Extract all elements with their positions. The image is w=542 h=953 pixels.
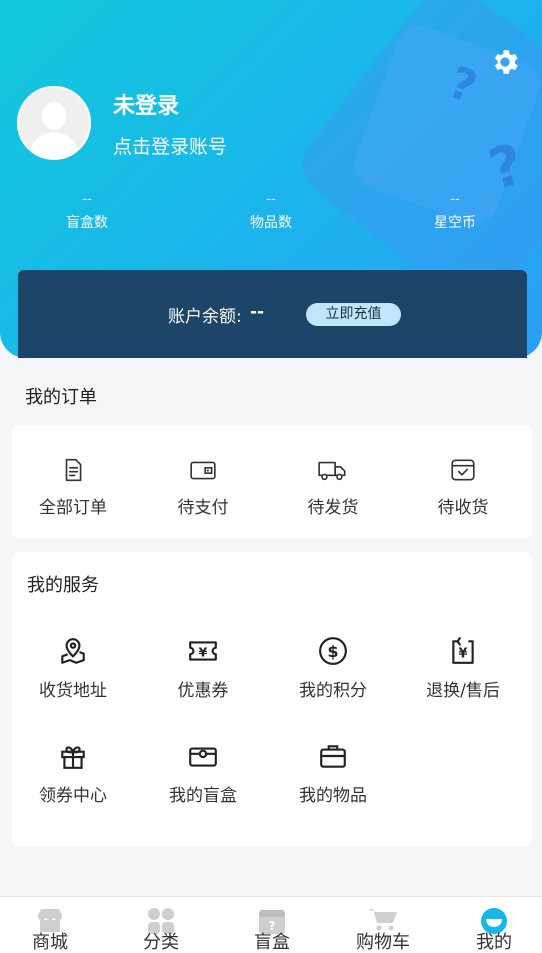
tab-store[interactable]: 商城 xyxy=(0,897,104,953)
gift-icon xyxy=(61,746,85,769)
map-pin-icon xyxy=(61,638,85,664)
order-item-label: 待收货 xyxy=(437,498,489,518)
order-pending-payment-button[interactable]: 待支付 xyxy=(138,457,268,518)
tab-category[interactable]: 分类 xyxy=(107,897,215,953)
stat-label: 星空币 xyxy=(434,215,476,231)
service-my-blind-box-button[interactable]: 我的盲盒 xyxy=(138,741,268,806)
wallet-icon xyxy=(190,461,216,480)
blind-box-icon xyxy=(189,747,217,767)
balance-value: -- xyxy=(250,302,265,322)
service-item-label: 收货地址 xyxy=(39,681,107,701)
box-check-icon xyxy=(451,459,475,481)
settings-gear-icon[interactable] xyxy=(489,46,521,78)
stat-value: -- xyxy=(82,192,92,207)
order-all-button[interactable]: 全部订单 xyxy=(8,457,138,518)
stat-value: -- xyxy=(450,192,460,207)
stat-value: -- xyxy=(266,192,276,207)
order-item-label: 全部订单 xyxy=(39,498,107,518)
order-item-label: 待发货 xyxy=(307,498,359,518)
tab-label: 我的 xyxy=(476,932,512,953)
tab-label: 盲盒 xyxy=(254,932,290,953)
orders-card: 全部订单 待支付 待发货 待收货 xyxy=(12,425,532,538)
order-item-label: 待支付 xyxy=(177,498,229,518)
service-address-button[interactable]: 收货地址 xyxy=(8,636,138,701)
service-item-label: 退换/售后 xyxy=(426,681,500,701)
stat-label: 物品数 xyxy=(250,215,292,231)
service-item-label: 领券中心 xyxy=(39,786,107,806)
tab-label: 分类 xyxy=(143,932,179,953)
bag-icon xyxy=(320,745,346,768)
svg-text:¥: ¥ xyxy=(459,646,468,661)
stat-star-coins[interactable]: -- 星空币 xyxy=(395,192,515,232)
services-section-title: 我的服务 xyxy=(27,575,99,596)
svg-text:¥: ¥ xyxy=(199,645,208,660)
order-pending-receipt-button[interactable]: 待收货 xyxy=(398,457,528,518)
service-item-label: 我的盲盒 xyxy=(169,786,237,806)
recharge-button[interactable]: 立即充值 xyxy=(306,303,401,326)
tab-cart[interactable]: 购物车 xyxy=(329,897,437,953)
service-points-button[interactable]: $ 我的积分 xyxy=(268,636,398,701)
default-avatar-icon xyxy=(19,88,89,158)
tab-label: 商城 xyxy=(32,932,68,953)
tab-profile[interactable]: 我的 xyxy=(440,897,542,953)
service-item-label: 优惠券 xyxy=(177,681,229,701)
services-card: 我的服务 收货地址 ¥ 优惠券 $ 我的积分 ¥ 退换/售后 领券中心 我的盲盒… xyxy=(12,552,532,846)
coupon-icon: ¥ xyxy=(189,641,217,661)
balance-card xyxy=(18,270,527,358)
service-item-label: 我的物品 xyxy=(299,786,367,806)
balance-label: 账户余额: xyxy=(168,307,242,327)
service-my-items-button[interactable]: 我的物品 xyxy=(268,741,398,806)
refund-icon: ¥ xyxy=(452,637,474,664)
stat-blind-box-count[interactable]: -- 盲盒数 xyxy=(27,192,147,232)
username: 未登录 xyxy=(113,94,180,119)
service-refund-button[interactable]: ¥ 退换/售后 xyxy=(398,636,528,701)
avatar[interactable] xyxy=(17,86,91,160)
service-coupon-center-button[interactable]: 领券中心 xyxy=(8,741,138,806)
stat-item-count[interactable]: -- 物品数 xyxy=(211,192,331,232)
service-item-label: 我的积分 xyxy=(299,681,367,701)
login-link[interactable]: 点击登录账号 xyxy=(113,132,227,159)
tab-label: 购物车 xyxy=(356,932,410,953)
order-pending-shipment-button[interactable]: 待发货 xyxy=(268,457,398,518)
order-list-icon xyxy=(65,458,82,482)
service-coupon-button[interactable]: ¥ 优惠券 xyxy=(138,636,268,701)
tab-mystery-box[interactable]: ? 盲盒 xyxy=(218,897,326,953)
dollar-circle-icon: $ xyxy=(319,637,347,665)
truck-icon xyxy=(318,461,346,481)
bottom-tab-bar: 商城 分类 ? 盲盒 购物车 我的 xyxy=(0,896,542,953)
orders-section-title: 我的订单 xyxy=(25,387,97,408)
svg-text:$: $ xyxy=(327,642,338,661)
stat-label: 盲盒数 xyxy=(66,215,108,231)
